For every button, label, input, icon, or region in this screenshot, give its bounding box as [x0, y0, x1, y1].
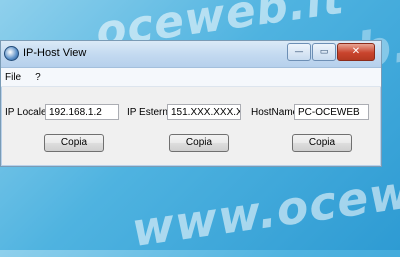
hostname-label: HostName [251, 107, 299, 118]
main-panel: IP Locale 192.168.1.2 IP Esterno 151.XXX… [1, 87, 381, 167]
menu-file[interactable]: File [5, 72, 21, 83]
ip-locale-label: IP Locale [5, 107, 47, 118]
app-window: IP-Host View — ▭ ✕ File ? IP Locale 192.… [0, 40, 382, 167]
menu-bar: File ? [1, 68, 381, 87]
hostname-field[interactable]: PC-OCEWEB [294, 104, 369, 120]
caption-buttons: — ▭ ✕ [287, 43, 375, 61]
copia-ip-locale-button[interactable]: Copia [44, 134, 104, 152]
title-bar[interactable]: IP-Host View — ▭ ✕ [1, 41, 381, 68]
window-title: IP-Host View [23, 47, 87, 59]
close-button[interactable]: ✕ [337, 43, 375, 61]
menu-help[interactable]: ? [35, 72, 41, 83]
maximize-button[interactable]: ▭ [312, 43, 336, 61]
minimize-button[interactable]: — [287, 43, 311, 61]
app-globe-icon[interactable] [4, 46, 19, 61]
ip-esterno-field[interactable]: 151.XXX.XXX.XXX [167, 104, 241, 120]
copia-ip-esterno-button[interactable]: Copia [169, 134, 229, 152]
ip-locale-field[interactable]: 192.168.1.2 [45, 104, 119, 120]
copia-hostname-button[interactable]: Copia [292, 134, 352, 152]
